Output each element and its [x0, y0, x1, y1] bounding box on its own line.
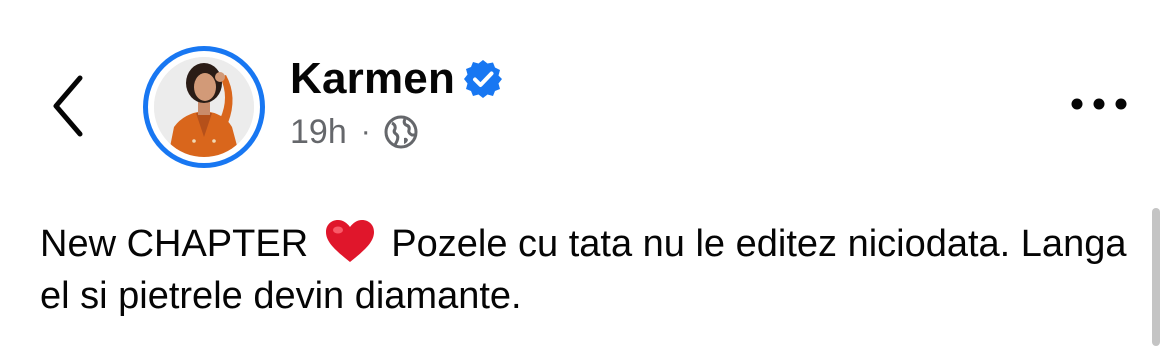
post-text-part-1: New CHAPTER — [40, 223, 319, 265]
chevron-left-icon — [53, 75, 83, 137]
meta-separator: · — [360, 115, 371, 148]
verified-badge-icon — [464, 60, 502, 98]
avatar[interactable] — [143, 46, 265, 168]
more-horizontal-icon — [1071, 98, 1127, 110]
post-text: New CHAPTER Pozele cu tata nu le editez … — [40, 218, 1130, 322]
author-name[interactable]: Karmen — [290, 52, 455, 106]
heart-emoji-icon — [325, 220, 374, 262]
scrollbar[interactable] — [1152, 208, 1160, 346]
more-options-button[interactable] — [1066, 84, 1132, 124]
post-meta: 19h · — [290, 110, 419, 154]
back-button[interactable] — [40, 68, 100, 144]
avatar-photo — [154, 57, 254, 157]
post-timestamp[interactable]: 19h — [290, 110, 347, 154]
globe-icon — [384, 115, 418, 149]
